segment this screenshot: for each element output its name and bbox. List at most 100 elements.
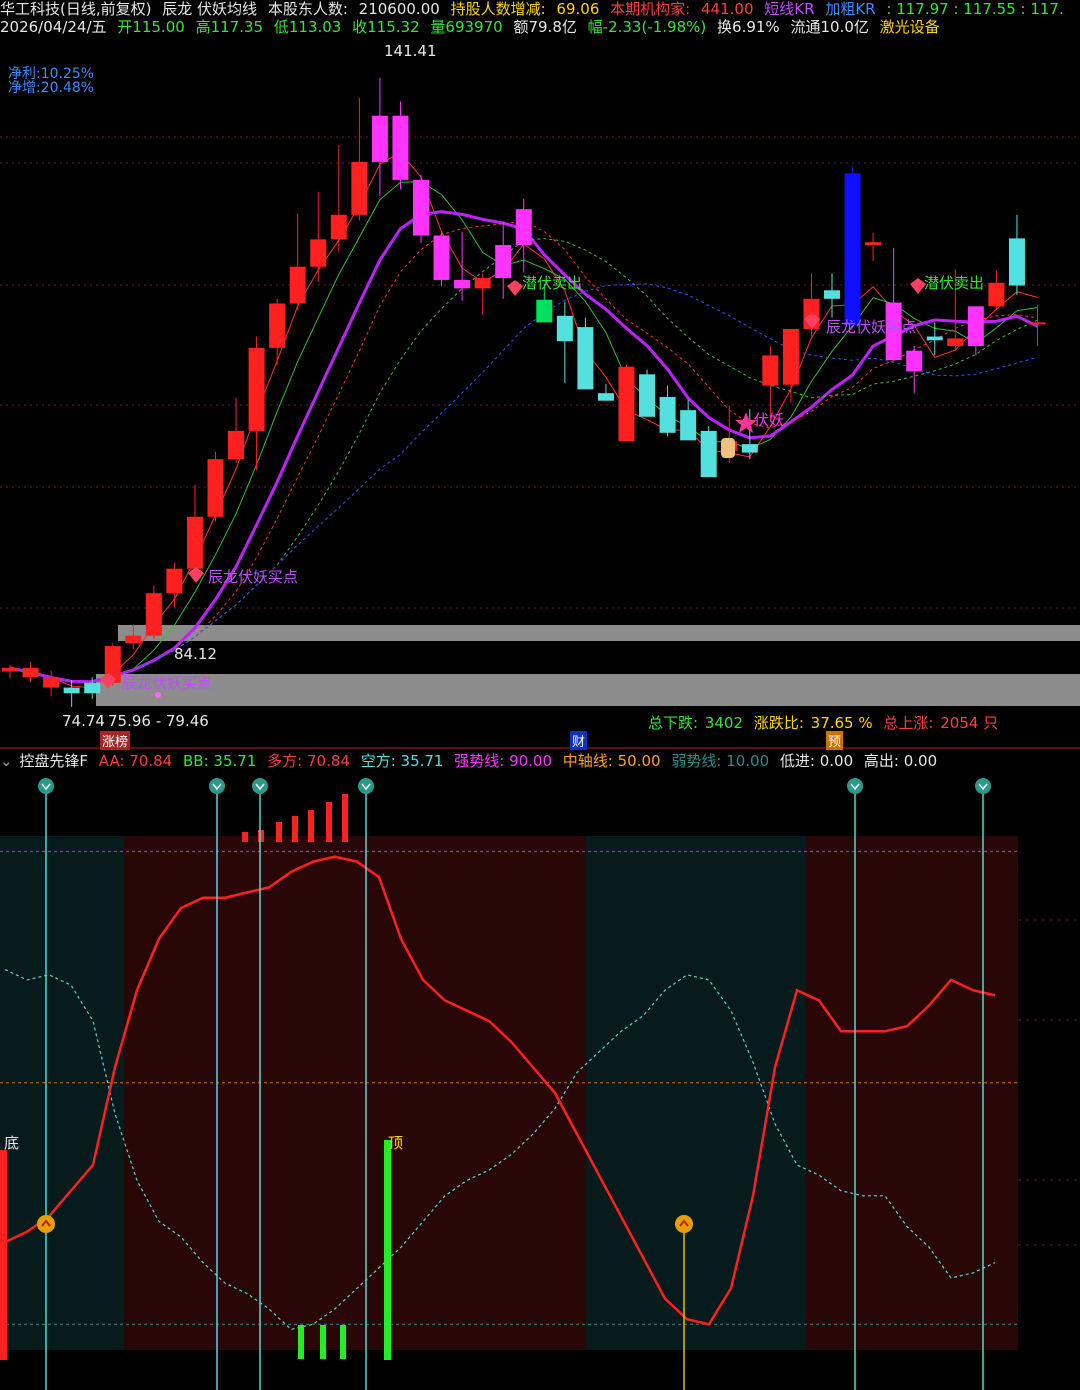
candle-body xyxy=(207,459,224,517)
hand-icon xyxy=(721,438,735,458)
zone-bg xyxy=(0,836,124,1350)
top-hatch-bar xyxy=(292,816,298,842)
quote-float: 流通10.0亿 xyxy=(790,18,869,36)
kr-values: : 117.97 : 117.55 : 117. xyxy=(886,0,1064,18)
quote-change: 幅-2.33(-1.98%) xyxy=(587,18,707,36)
candle-body xyxy=(310,239,327,267)
candle-body xyxy=(906,350,923,372)
top-hatch-bar xyxy=(258,830,264,842)
ratio-label: 涨跌比: xyxy=(753,714,804,732)
chevron-down-icon xyxy=(209,778,225,794)
candle-body xyxy=(577,327,594,390)
tag-yu[interactable]: 预 xyxy=(826,731,844,750)
bb-value: BB: 35.71 xyxy=(183,752,257,770)
candle-body xyxy=(1008,238,1025,286)
candle-body xyxy=(43,677,60,688)
quote-high: 高117.35 xyxy=(195,18,264,36)
chevron-down-icon xyxy=(38,778,54,794)
candle-body xyxy=(248,347,265,431)
short-kr-label: 短线KR xyxy=(764,0,815,18)
header-row: 华工科技(日线,前复权) 辰龙 伏妖均线 本股东人数: 210600.00 持股… xyxy=(0,0,1070,18)
candle-body xyxy=(1029,322,1046,325)
candle-body xyxy=(988,282,1005,307)
buy-point-label-1: 辰龙伏妖买点 xyxy=(208,568,299,586)
bottom-green-bar xyxy=(340,1325,346,1359)
total-down-value: 3402 xyxy=(704,714,744,732)
candle-body xyxy=(659,396,676,433)
plus-kr-label: 加粗KR xyxy=(825,0,876,18)
candle-body xyxy=(228,430,245,460)
candle-body xyxy=(454,279,471,289)
bear-value: 空方: 35.71 xyxy=(360,752,444,770)
quote-open: 开115.00 xyxy=(117,18,185,36)
high-price-mark: 141.41 xyxy=(384,42,437,60)
candle-body xyxy=(413,179,429,236)
quote-close: 收115.32 xyxy=(352,18,420,36)
chevron-up-icon xyxy=(37,1215,55,1233)
range-text: 75.96 - 79.46 xyxy=(108,712,209,730)
sell-label-1: 潜伏卖出 xyxy=(522,274,583,292)
ma-line-dashed xyxy=(9,238,1038,683)
candle-body xyxy=(145,593,162,636)
quote-volume: 量693970 xyxy=(430,18,503,36)
mid-line-value: 中轴线: 50.00 xyxy=(562,752,661,770)
weak-line-value: 弱势线: 10.00 xyxy=(671,752,770,770)
chevron-down-icon xyxy=(847,778,863,794)
candle-body xyxy=(556,315,573,342)
candle-body xyxy=(474,278,491,289)
indicator-name[interactable]: 辰龙 伏妖均线 xyxy=(162,0,257,18)
candle-body xyxy=(700,430,717,478)
candle-body xyxy=(618,366,635,442)
stock-title[interactable]: 华工科技(日线,前复权) xyxy=(0,0,151,18)
candle-body xyxy=(289,266,306,304)
top-hatch-bar xyxy=(326,802,332,842)
zone-bg xyxy=(124,836,586,1350)
bottom-signal-bar xyxy=(0,1150,7,1360)
holder-change-value: 69.06 xyxy=(556,0,600,18)
candle-body xyxy=(371,115,388,162)
bottom-green-bar xyxy=(320,1325,326,1359)
tag-zhangting[interactable]: 涨榜 xyxy=(100,731,131,750)
ma-line-dashed xyxy=(9,283,1038,683)
net-growth: 净增:20.48% xyxy=(8,80,95,96)
candle-body xyxy=(166,568,183,594)
top-label: 顶 xyxy=(388,1134,404,1152)
quote-low: 低113.03 xyxy=(273,18,342,36)
candle-body xyxy=(597,393,614,401)
tag-cai[interactable]: 财 xyxy=(570,731,588,750)
candle-body xyxy=(782,328,799,385)
candle-body xyxy=(125,635,142,644)
chevron-down-icon[interactable]: ⌄ xyxy=(0,752,13,770)
chevron-up-icon xyxy=(675,1215,693,1233)
support-band xyxy=(96,674,1080,706)
total-down-label: 总下跌: xyxy=(648,714,699,732)
candle-body xyxy=(330,214,347,240)
candle-body xyxy=(741,444,758,453)
candle-body xyxy=(186,516,203,569)
aa-value: AA: 70.84 xyxy=(98,752,173,770)
top-signal-bar xyxy=(384,1140,391,1360)
candle-body xyxy=(967,306,984,346)
candle-body xyxy=(762,355,779,386)
candle-body xyxy=(269,303,286,348)
candle-body xyxy=(495,245,512,279)
candle-body xyxy=(824,290,840,299)
quote-turnover: 换6.91% xyxy=(717,18,780,36)
candle-body xyxy=(84,682,101,694)
candle-body xyxy=(680,410,697,441)
bull-value: 多方: 70.84 xyxy=(267,752,350,770)
quote-row: 2026/04/24/五 开115.00 高117.35 低113.03 收11… xyxy=(0,18,946,36)
low-price-mark: 74.74 xyxy=(62,712,105,730)
chevron-down-icon xyxy=(252,778,268,794)
sell-label-2: 潜伏卖出 xyxy=(924,274,985,292)
buy-point-label-3: 辰龙伏妖买点 xyxy=(826,318,917,336)
chevron-down-icon xyxy=(975,778,991,794)
institutions-label: 本期机构家: xyxy=(610,0,691,18)
support-band xyxy=(118,625,1080,641)
chart-canvas xyxy=(0,77,1080,1390)
sub-indicator-name[interactable]: 控盘先锋F xyxy=(19,752,88,770)
mid-price-text: 84.12 xyxy=(174,645,217,663)
quote-sector[interactable]: 激光设备 xyxy=(880,18,940,36)
high-out-value: 高出: 0.00 xyxy=(863,752,938,770)
candle-body xyxy=(865,242,882,245)
